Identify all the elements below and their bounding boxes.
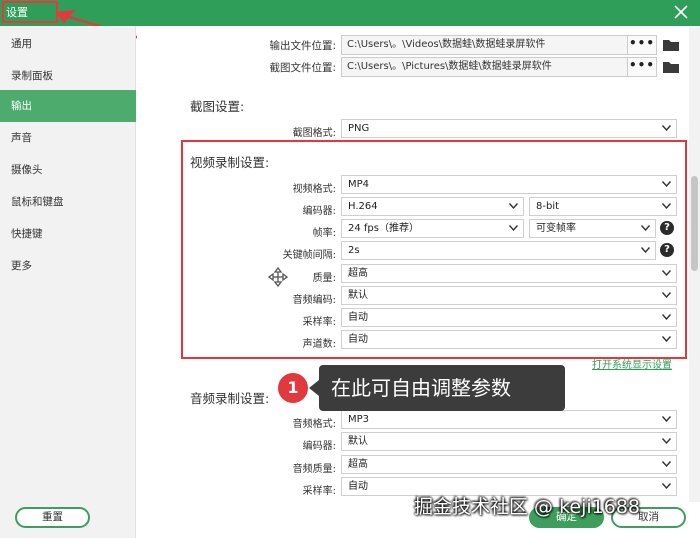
audio-codec-label: 音频编码: [292, 295, 336, 306]
video-settings-title: 视频录制设置: [190, 155, 270, 170]
audio-encoder-select[interactable]: 默认 [341, 432, 677, 451]
folder-icon[interactable] [662, 60, 680, 74]
step-badge: 1 [278, 373, 308, 403]
sample-rate-label: 采样率: [302, 317, 336, 328]
audio-format-label: 音频格式: [292, 419, 336, 430]
chevron-down-icon [662, 336, 671, 342]
watermark: 掘金技术社区 @ keji1688 [414, 496, 641, 518]
screenshot-format-select[interactable]: PNG [341, 119, 677, 138]
sidebar-item-mouse-keyboard[interactable]: 鼠标和键盘 [0, 186, 136, 218]
sidebar: 通用 录制面板 输出 声音 摄像头 鼠标和键盘 快捷键 更多 [0, 26, 136, 538]
sidebar-item-more[interactable]: 更多 [0, 250, 136, 282]
video-encoder-label: 编码器: [302, 206, 336, 217]
folder-icon[interactable] [662, 38, 680, 52]
video-format-label: 视频格式: [292, 184, 336, 195]
audio-settings-title: 音频录制设置: [190, 391, 270, 406]
annotation-callout: 在此可自由调整参数 [319, 365, 565, 411]
help-icon[interactable]: ? [660, 221, 674, 235]
screenshot-path-field[interactable]: C:\Users\。\Pictures\数据蛙\数据蛙录屏软件 [341, 57, 628, 77]
screenshot-format-label: 截图格式: [292, 128, 336, 139]
chevron-down-icon [662, 270, 671, 276]
screenshot-path-label: 截图文件位置: [269, 62, 336, 74]
output-path-label: 输出文件位置: [269, 40, 336, 52]
video-encoder-select[interactable]: H.264 [341, 197, 524, 216]
chevron-down-icon [509, 203, 518, 209]
move-cursor-icon [268, 267, 288, 287]
vertical-scrollbar[interactable] [689, 26, 700, 502]
chevron-down-icon [662, 125, 671, 131]
sidebar-item-output[interactable]: 输出 [0, 90, 136, 122]
output-browse-button[interactable]: ••• [627, 35, 657, 55]
sidebar-item-general[interactable]: 通用 [0, 28, 136, 60]
output-path-field[interactable]: C:\Users\。\Videos\数据蛙\数据蛙录屏软件 [341, 35, 628, 55]
video-bitdepth-select[interactable]: 8-bit [529, 197, 677, 216]
sidebar-item-hotkeys[interactable]: 快捷键 [0, 218, 136, 250]
chevron-down-icon [662, 314, 671, 320]
chevron-down-icon [641, 225, 650, 231]
chevron-down-icon [662, 483, 671, 489]
audio-encoder-label: 编码器: [302, 441, 336, 452]
screenshot-settings-title: 截图设置: [190, 99, 245, 114]
keyframe-interval-select[interactable]: 2s [341, 241, 656, 260]
help-icon[interactable]: ? [660, 243, 674, 257]
chevron-down-icon [662, 292, 671, 298]
chevron-down-icon [662, 461, 671, 467]
channels-select[interactable]: 自动 [341, 330, 677, 349]
video-format-select[interactable]: MP4 [341, 175, 677, 194]
framerate-mode-select[interactable]: 可变帧率 [529, 219, 656, 238]
channels-label: 声道数: [302, 339, 336, 350]
close-icon[interactable] [672, 3, 690, 21]
sidebar-item-sound[interactable]: 声音 [0, 122, 136, 154]
audio-sample-rate-label: 采样率: [302, 486, 336, 497]
reset-button[interactable]: 重置 [15, 507, 90, 528]
audio-quality-label: 音频质量: [292, 464, 336, 475]
chevron-down-icon [641, 247, 650, 253]
callout-pointer [309, 380, 319, 396]
chevron-down-icon [662, 416, 671, 422]
chevron-down-icon [509, 225, 518, 231]
sidebar-item-recording-panel[interactable]: 录制面板 [0, 60, 136, 92]
framerate-select[interactable]: 24 fps（推荐） [341, 219, 524, 238]
sidebar-item-camera[interactable]: 摄像头 [0, 154, 136, 186]
title-highlight-box [2, 1, 58, 23]
chevron-down-icon [662, 438, 671, 444]
audio-quality-select[interactable]: 超高 [341, 455, 677, 474]
audio-codec-select[interactable]: 默认 [341, 286, 677, 305]
chevron-down-icon [662, 181, 671, 187]
scrollbar-thumb[interactable] [691, 176, 698, 271]
sample-rate-select[interactable]: 自动 [341, 308, 677, 327]
keyframe-interval-label: 关键帧间隔: [282, 250, 336, 261]
framerate-label: 帧率: [312, 228, 336, 239]
screenshot-browse-button[interactable]: ••• [627, 57, 657, 77]
open-display-settings-link[interactable]: 打开系统显示设置 [592, 356, 672, 371]
quality-select[interactable]: 超高 [341, 264, 677, 283]
audio-format-select[interactable]: MP3 [341, 410, 677, 429]
chevron-down-icon [662, 203, 671, 209]
